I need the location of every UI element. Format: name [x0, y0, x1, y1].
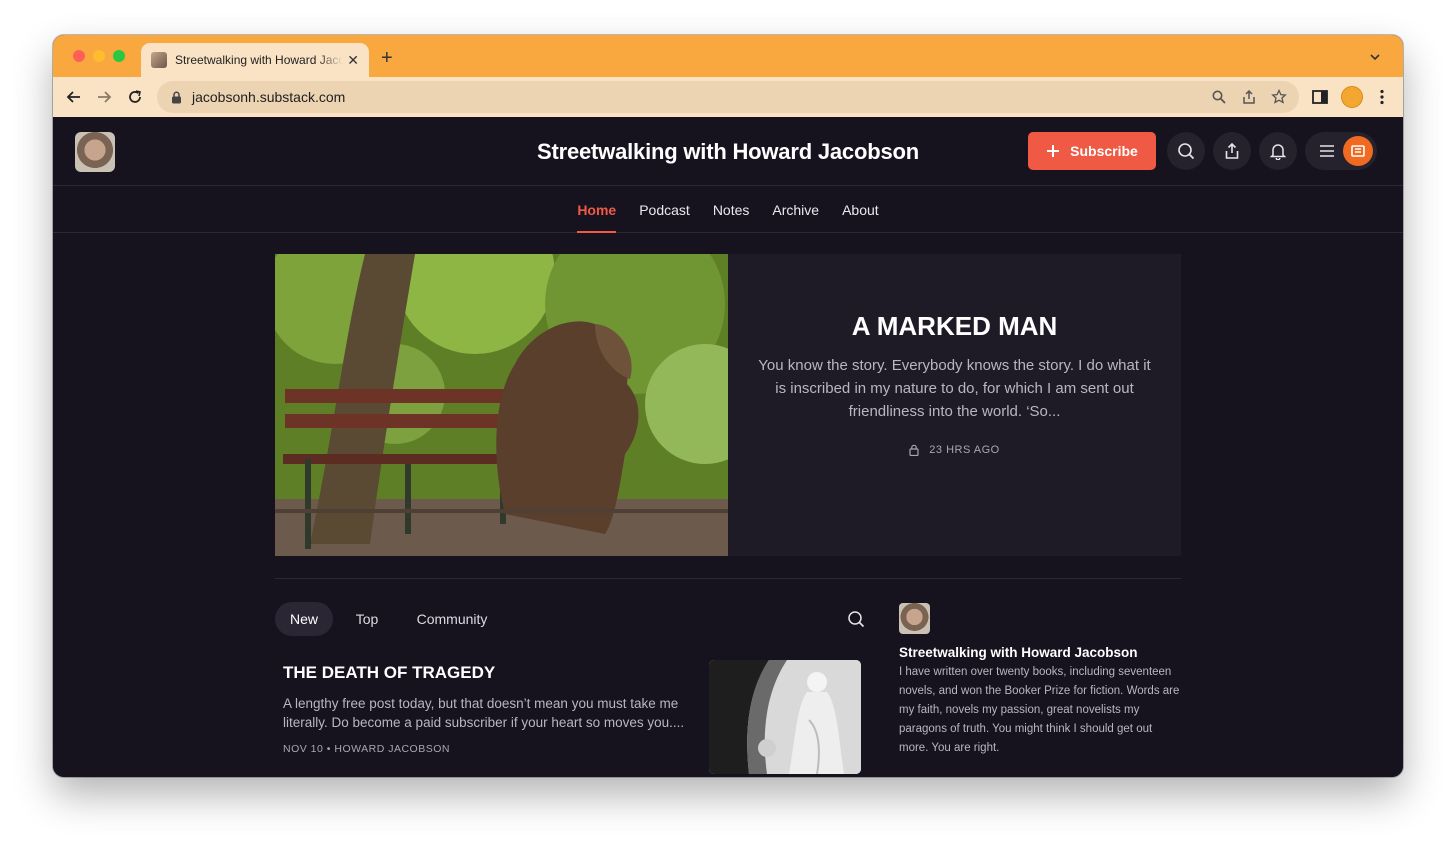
menu-icon — [1320, 145, 1334, 157]
back-icon[interactable] — [65, 88, 83, 106]
kebab-menu-icon[interactable] — [1373, 88, 1391, 106]
nav-home[interactable]: Home — [577, 187, 616, 233]
site-header: Streetwalking with Howard Jacobson Subsc… — [53, 117, 1403, 186]
account-menu-button[interactable] — [1305, 132, 1377, 170]
browser-toolbar: jacobsonh.substack.com — [53, 77, 1403, 117]
bell-icon — [1269, 144, 1287, 160]
tab-title: Streetwalking with Howard Jacobson — [175, 53, 343, 67]
sidebar-description: I have written over twenty books, includ… — [899, 666, 1180, 754]
search-icon[interactable] — [847, 610, 865, 628]
address-bar[interactable]: jacobsonh.substack.com — [157, 81, 1299, 113]
filter-community[interactable]: Community — [405, 602, 499, 636]
subscribe-label: Subscribe — [1070, 143, 1138, 159]
notifications-button[interactable] — [1259, 132, 1297, 170]
post-excerpt: A lengthy free post today, but that does… — [283, 696, 685, 730]
tab-close-icon[interactable]: ✕ — [347, 53, 359, 67]
lock-icon — [172, 91, 181, 103]
share-button[interactable] — [1213, 132, 1251, 170]
sidebar-toggle-icon[interactable] — [1311, 88, 1329, 106]
lock-icon — [909, 444, 919, 456]
post-thumbnail[interactable] — [709, 660, 861, 774]
author-avatar[interactable] — [899, 603, 930, 634]
sidebar-publication-name[interactable]: Streetwalking with Howard Jacobson — [899, 645, 1184, 660]
post-filters: New Top Community — [275, 602, 865, 638]
featured-post[interactable]: A MARKED MAN You know the story. Everybo… — [275, 254, 1181, 556]
share-icon — [1225, 142, 1239, 159]
url-text: jacobsonh.substack.com — [192, 89, 346, 105]
bear-on-bench-image — [275, 254, 728, 556]
post-title[interactable]: THE DEATH OF TRAGEDY — [283, 663, 495, 683]
nav-podcast[interactable]: Podcast — [639, 187, 690, 233]
featured-post-card[interactable]: A MARKED MAN You know the story. Everybo… — [728, 254, 1181, 556]
reload-icon[interactable] — [126, 88, 144, 106]
subscribe-button[interactable]: Subscribe — [1028, 132, 1156, 170]
bookmark-star-icon[interactable] — [1271, 89, 1287, 105]
featured-excerpt: You know the story. Everybody knows the … — [758, 357, 1151, 420]
nav-archive[interactable]: Archive — [772, 187, 819, 233]
new-tab-button[interactable]: + — [381, 48, 393, 68]
publication-sidebar: Streetwalking with Howard Jacobson I hav… — [899, 603, 1184, 758]
browser-window: Streetwalking with Howard Jacobson ✕ + j… — [53, 35, 1403, 777]
maximize-window-button[interactable] — [113, 50, 125, 62]
plus-icon — [1047, 145, 1060, 157]
featured-image[interactable] — [275, 254, 728, 556]
profile-avatar[interactable] — [1341, 86, 1363, 108]
publication-nav: Home Podcast Notes Archive About — [53, 187, 1403, 233]
favicon-icon — [151, 52, 167, 68]
featured-date: 23 HRS AGO — [929, 444, 1000, 456]
statue-image — [709, 660, 861, 774]
share-page-icon[interactable] — [1241, 89, 1257, 105]
minimize-window-button[interactable] — [93, 50, 105, 62]
post-list-item[interactable]: THE DEATH OF TRAGEDY A lengthy free post… — [275, 657, 865, 777]
nav-about[interactable]: About — [842, 187, 879, 233]
substack-page: Streetwalking with Howard Jacobson Subsc… — [53, 117, 1403, 777]
featured-meta: 23 HRS AGO — [728, 444, 1181, 456]
browser-tab[interactable]: Streetwalking with Howard Jacobson ✕ — [141, 43, 369, 77]
filter-new[interactable]: New — [275, 602, 333, 636]
tab-bar: Streetwalking with Howard Jacobson ✕ + — [53, 35, 1403, 77]
search-button[interactable] — [1167, 132, 1205, 170]
zoom-icon[interactable] — [1211, 89, 1227, 105]
close-window-button[interactable] — [73, 50, 85, 62]
post-meta: NOV 10 • HOWARD JACOBSON — [283, 743, 450, 755]
nav-notes[interactable]: Notes — [713, 187, 750, 233]
search-icon — [1178, 143, 1195, 160]
section-divider — [275, 578, 1181, 579]
featured-title[interactable]: A MARKED MAN — [728, 311, 1181, 342]
substack-logo-icon — [1343, 136, 1373, 166]
chevron-down-icon[interactable] — [1369, 51, 1381, 63]
filter-top[interactable]: Top — [345, 602, 389, 636]
forward-icon[interactable] — [95, 88, 113, 106]
